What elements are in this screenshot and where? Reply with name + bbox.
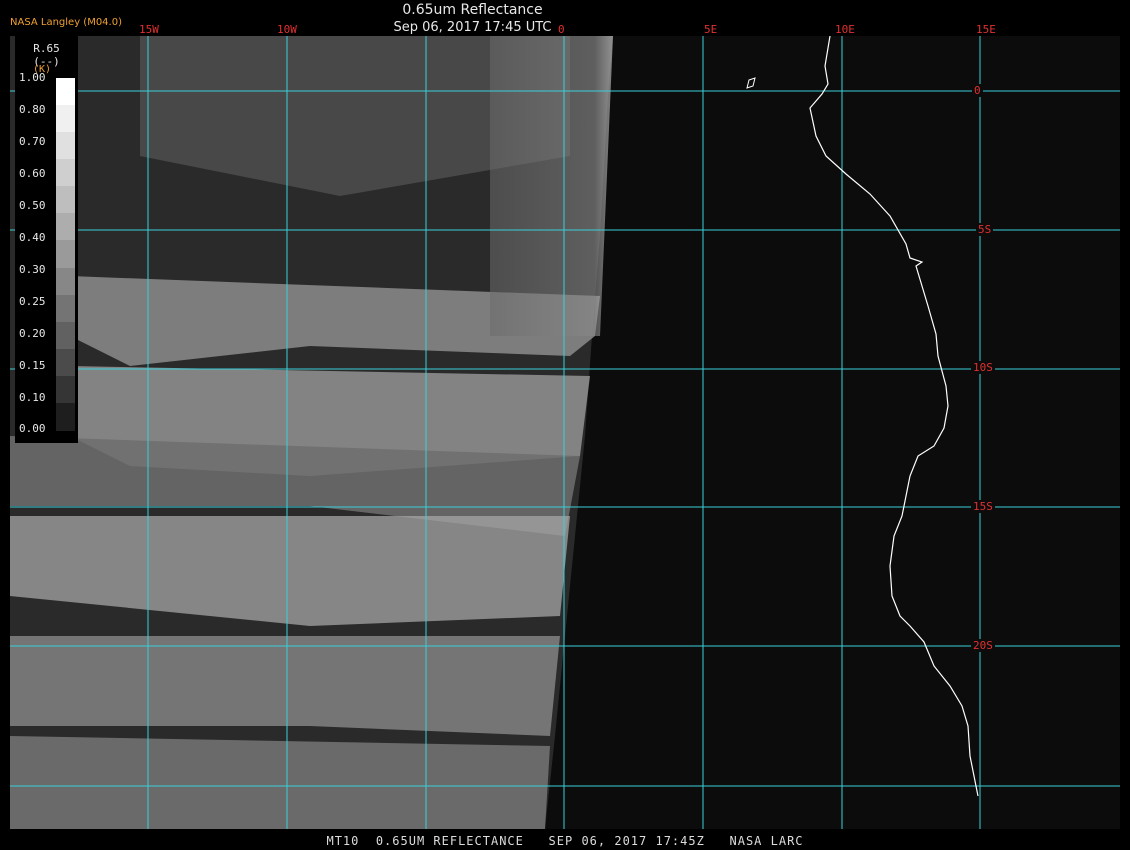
lon-label-15w: 15W <box>139 23 159 36</box>
satellite-image <box>10 36 1120 829</box>
coastline <box>809 36 979 797</box>
lat-label-5s: 5S <box>976 223 994 236</box>
lat-label-0: 0 <box>972 84 983 97</box>
footer-caption: MT10 0.65UM REFLECTANCE SEP 06, 2017 17:… <box>326 834 804 848</box>
lat-label-10s: 10S <box>971 361 995 374</box>
colorbar-swatch <box>56 321 75 350</box>
colorbar-swatch <box>56 159 75 188</box>
colorbar-swatch <box>56 78 75 106</box>
colorbar-tick: 0.10 <box>19 391 46 404</box>
colorbar-tick: 0.30 <box>19 263 46 276</box>
lon-label-10e: 10E <box>835 23 855 36</box>
colorbar-swatch <box>56 186 75 215</box>
colorbar-swatch <box>56 402 75 431</box>
colorbar-tick: 0.25 <box>19 295 46 308</box>
lat-label-20s: 20S <box>971 639 995 652</box>
colorbar-tick: 0.40 <box>19 231 46 244</box>
lon-label-5e: 5E <box>704 23 718 36</box>
lon-label-0: 0 <box>558 23 565 36</box>
colorbar-tick: 0.70 <box>19 135 46 148</box>
colorbar-tick: 0.15 <box>19 359 46 372</box>
colorbar-swatch <box>56 240 75 269</box>
colorbar-tick: 0.60 <box>19 167 46 180</box>
colorbar-swatch <box>56 132 75 161</box>
cloud-imagery <box>10 36 1120 829</box>
colorbar-swatch <box>56 213 75 242</box>
lat-label-15s: 15S <box>971 500 995 513</box>
lon-label-10w: 10W <box>277 23 297 36</box>
colorbar: R.65 (--) (K) 1.00 0.80 0.70 0.60 0.50 0… <box>15 36 78 443</box>
colorbar-swatch <box>56 105 75 134</box>
chart-title: 0.65um Reflectance <box>402 2 543 18</box>
credit-label: NASA Langley (M04.0) <box>10 17 122 28</box>
colorbar-swatch <box>56 267 75 296</box>
colorbar-tick: 1.00 <box>19 71 46 84</box>
colorbar-label: R.65 <box>33 42 60 55</box>
colorbar-swatch <box>56 375 75 404</box>
colorbar-swatch <box>56 294 75 323</box>
colorbar-tick: 0.00 <box>19 422 46 435</box>
colorbar-tick: 0.20 <box>19 327 46 340</box>
colorbar-tick: 0.50 <box>19 199 46 212</box>
colorbar-tick: 0.80 <box>19 103 46 116</box>
lon-label-15e: 15E <box>976 23 996 36</box>
colorbar-swatch <box>56 348 75 377</box>
